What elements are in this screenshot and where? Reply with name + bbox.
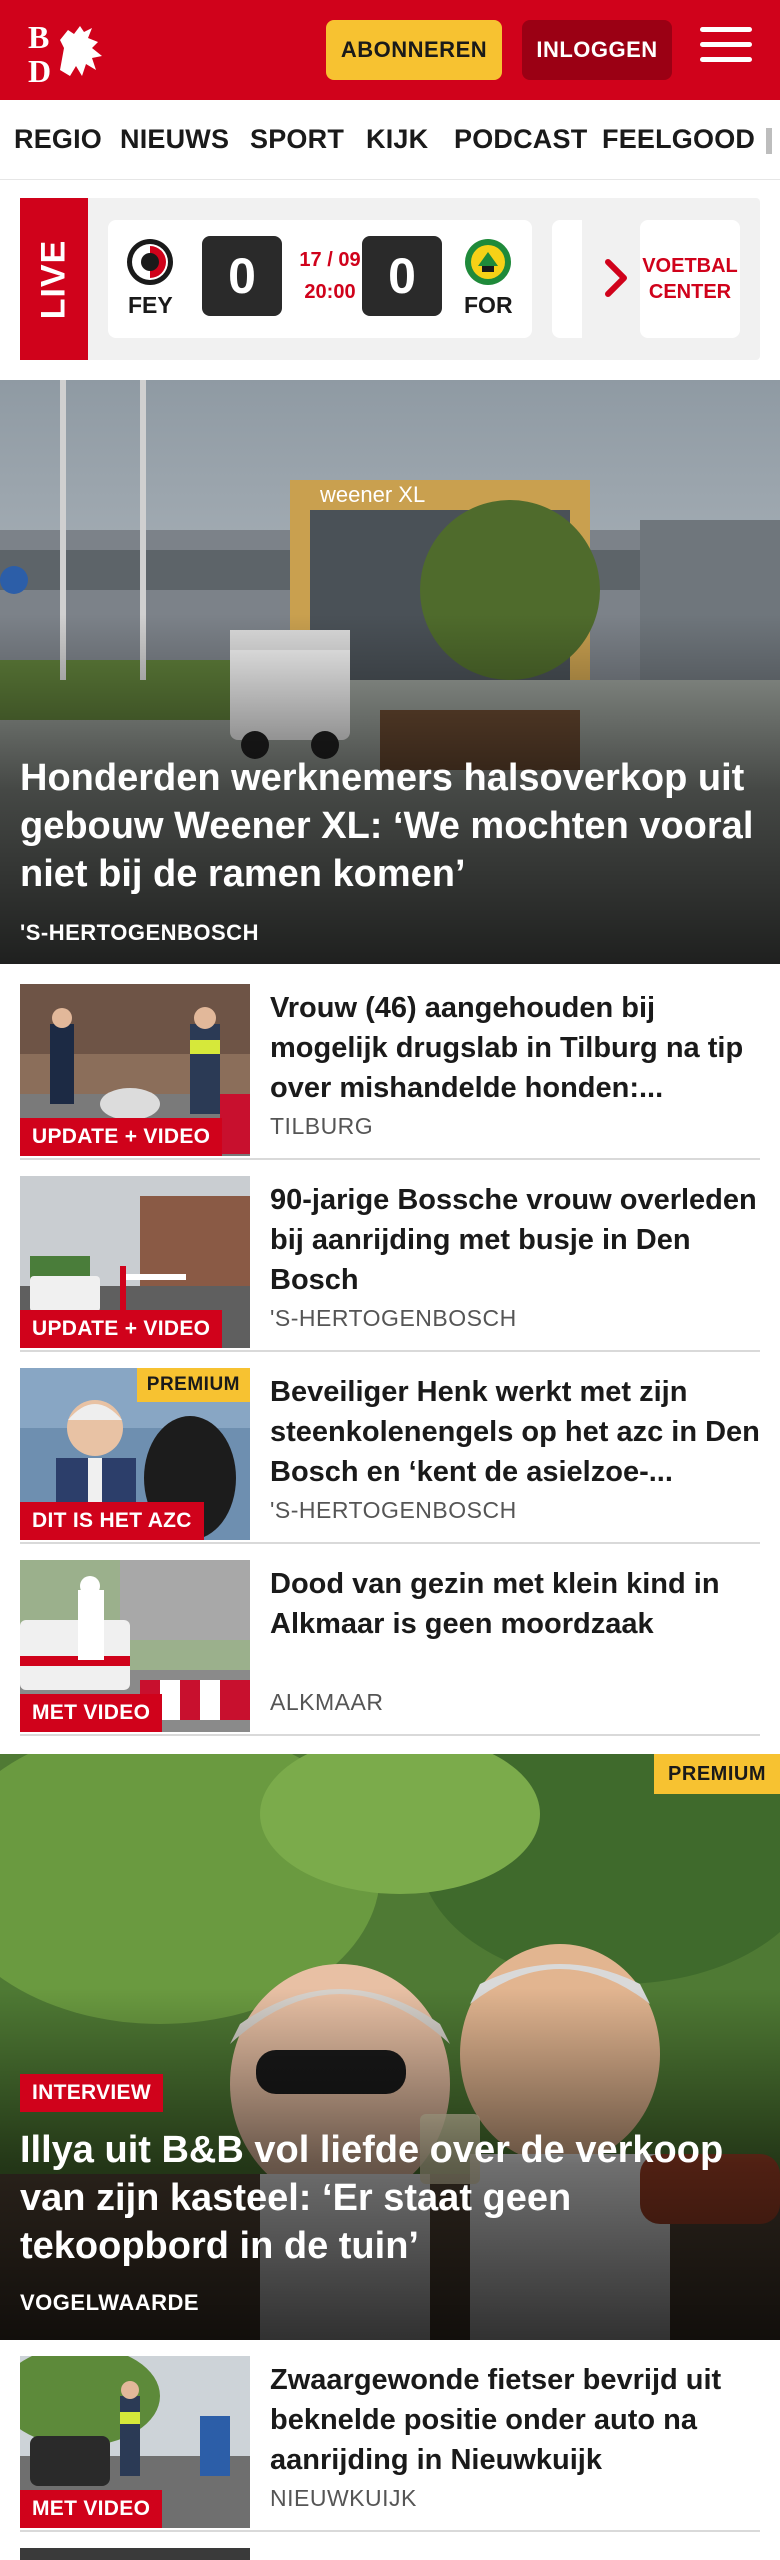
article-location: 'S-HERTOGENBOSCH: [270, 1305, 517, 1331]
nav-overflow-indicator: [766, 128, 772, 154]
away-score: 0: [362, 236, 442, 316]
nav-item-podcast[interactable]: PODCAST: [454, 124, 587, 155]
hamburger-menu-icon[interactable]: [700, 26, 752, 72]
article-tag: UPDATE + VIDEO: [20, 1310, 223, 1348]
list-item[interactable]: MET VIDEO Dood van gezin met klein kind …: [20, 1560, 760, 1736]
article-location: ALKMAAR: [270, 1689, 384, 1715]
home-score: 0: [202, 236, 282, 316]
feature-title: Illya uit B&B vol liefde over de verkoop…: [20, 2129, 724, 2267]
svg-text:weener XL: weener XL: [319, 482, 425, 507]
premium-badge: PREMIUM: [136, 1368, 250, 1402]
article-tag: UPDATE + VIDEO: [20, 1118, 223, 1156]
list-item[interactable]: UPDATE + VIDEO Vrouw (46) aangehouden bi…: [20, 984, 760, 1160]
list-item[interactable]: UPDATE + VIDEO 90-jarige Bossche vrouw o…: [20, 1176, 760, 1352]
svg-text:D: D: [28, 53, 51, 84]
feature-article[interactable]: PREMIUM INTERVIEW Illya uit B&B vol lief…: [0, 1754, 780, 2340]
premium-badge: PREMIUM: [654, 1754, 780, 1794]
next-match-card[interactable]: [552, 220, 582, 338]
home-team-name: FEY: [128, 292, 173, 318]
list-item[interactable]: MET VIDEO Zwaargewonde fietser bevrijd u…: [20, 2356, 760, 2532]
article-thumbnail: UPDATE + VIDEO: [20, 984, 250, 1156]
article-thumbnail: PREMIUM DIT IS HET AZC: [20, 1368, 250, 1540]
live-label: LIVE: [20, 198, 88, 360]
article-title: Vrouw (46) aangehouden bij mogelijk drug…: [270, 992, 744, 1104]
nav-item-sport[interactable]: SPORT: [250, 124, 344, 155]
article-tag: MET VIDEO: [20, 2490, 163, 2528]
article-location: 'S-HERTOGENBOSCH: [270, 1497, 517, 1523]
next-article-thumbnail: [20, 2548, 250, 2560]
site-header: B D ABONNEREN INLOGGEN: [0, 0, 780, 100]
fortuna-logo-icon: [465, 239, 511, 285]
hero-location: 'S-HERTOGENBOSCH: [20, 920, 259, 945]
article-thumbnail: MET VIDEO: [20, 2356, 250, 2528]
list-item[interactable]: PREMIUM DIT IS HET AZC Beveiliger Henk w…: [20, 1368, 760, 1544]
football-center-button[interactable]: VOETBAL CENTER: [640, 220, 740, 338]
nav-item-kijk[interactable]: KIJK: [366, 124, 428, 155]
article-title: Beveiliger Henk werkt met zijn steenkole…: [270, 1376, 760, 1488]
match-datetime: 17 / 09 20:00: [299, 249, 361, 303]
article-location: TILBURG: [270, 1113, 374, 1139]
svg-text:B: B: [28, 19, 49, 55]
away-team-name: FOR: [464, 292, 513, 318]
article-location: NIEUWKUIJK: [270, 2485, 417, 2511]
live-scores-widget: LIVE FEY 0 17 / 09 20:00 0 FOR VOETBAL C…: [20, 198, 760, 360]
hero-title: Honderden werknemers halsoverkop uit geb…: [20, 757, 754, 895]
nav-item-nieuws[interactable]: NIEUWS: [120, 124, 229, 155]
nav-item-regio[interactable]: REGIO: [14, 124, 102, 155]
article-title: 90-jarige Bossche vrouw overleden bij aa…: [270, 1184, 757, 1296]
nav-item-feelgood[interactable]: FEELGOOD: [602, 124, 755, 155]
feature-location: VOGELWAARDE: [20, 2290, 200, 2315]
article-title: Dood van gezin met klein kind in Alkmaar…: [270, 1568, 720, 1640]
bd-logo[interactable]: B D: [26, 18, 116, 89]
chevron-right-icon[interactable]: [590, 250, 640, 306]
article-tag: MET VIDEO: [20, 1694, 163, 1732]
hero-article[interactable]: weener XL Honderden werknemers halsoverk…: [0, 380, 780, 964]
subscribe-button[interactable]: ABONNEREN: [326, 20, 502, 80]
article-title: Zwaargewonde fietser bevrijd uit bekneld…: [270, 2364, 722, 2476]
section-nav: REGIO NIEUWS SPORT KIJK PODCAST FEELGOOD: [0, 100, 780, 180]
article-tag: INTERVIEW: [20, 2074, 163, 2112]
login-button[interactable]: INLOGGEN: [522, 20, 672, 80]
match-card[interactable]: FEY 0 17 / 09 20:00 0 FOR: [108, 220, 532, 338]
article-tag: DIT IS HET AZC: [20, 1502, 204, 1540]
article-thumbnail: MET VIDEO: [20, 1560, 250, 1732]
article-thumbnail: UPDATE + VIDEO: [20, 1176, 250, 1348]
feyenoord-logo-icon: [127, 239, 173, 285]
